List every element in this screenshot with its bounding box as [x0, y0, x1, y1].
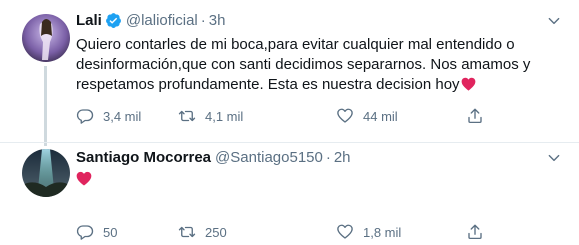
separator: ·	[200, 12, 206, 29]
reply-icon	[76, 109, 94, 124]
author-handle[interactable]: @lalioficial	[126, 12, 198, 29]
timestamp[interactable]: 3h	[209, 12, 226, 29]
chevron-down-icon[interactable]	[547, 151, 561, 165]
reply-icon	[76, 225, 94, 240]
tweet-actions: 50 250 1,8 mil	[76, 223, 516, 243]
heart-outline-icon	[337, 108, 353, 123]
share-icon	[468, 108, 482, 124]
separator: ·	[325, 149, 331, 166]
retweet-count: 250	[205, 224, 227, 240]
author-handle[interactable]: @Santiago5150	[215, 149, 323, 166]
like-count: 1,8 mil	[363, 224, 402, 240]
tweet-text: Quiero contarles de mi boca,para evitar …	[76, 35, 546, 95]
avatar[interactable]	[22, 14, 70, 62]
tweet-text-line: respetamos profundamente. Esta es nuestr…	[76, 75, 546, 95]
heart-emoji-icon	[76, 171, 92, 186]
author-name[interactable]: Santiago Mocorrea	[76, 149, 211, 166]
reply-count: 50	[103, 224, 118, 240]
tweet-header: Lali @lalioficial · 3h	[76, 12, 225, 29]
timestamp[interactable]: 2h	[334, 149, 351, 166]
tweet-actions: 3,4 mil 4,1 mil 44 mil	[76, 107, 516, 127]
retweet-count: 4,1 mil	[205, 108, 244, 124]
tweet[interactable]: Santiago Mocorrea @Santiago5150 · 2h 50 …	[0, 142, 579, 245]
share-icon	[468, 224, 482, 240]
reply-count: 3,4 mil	[103, 108, 142, 124]
reply-button[interactable]: 50	[76, 223, 117, 241]
like-button[interactable]: 44 mil	[336, 107, 398, 125]
share-button[interactable]	[466, 107, 484, 125]
tweet-text-segment: respetamos profundamente. Esta es nuestr…	[76, 76, 460, 93]
chevron-down-icon[interactable]	[547, 14, 561, 28]
heart-emoji-icon	[461, 77, 475, 91]
tweet[interactable]: Lali @lalioficial · 3h Quiero contarles …	[0, 0, 579, 146]
author-name[interactable]: Lali	[76, 12, 102, 29]
share-button[interactable]	[466, 223, 484, 241]
verified-badge-icon	[105, 12, 122, 29]
retweet-button[interactable]: 4,1 mil	[178, 107, 243, 125]
reply-button[interactable]: 3,4 mil	[76, 107, 141, 125]
avatar[interactable]	[22, 149, 70, 197]
like-count: 44 mil	[363, 108, 398, 124]
tweet-text-line: Quiero contarles de mi boca,para evitar …	[76, 36, 515, 53]
like-button[interactable]: 1,8 mil	[336, 223, 401, 241]
tweet-header: Santiago Mocorrea @Santiago5150 · 2h	[76, 149, 351, 166]
thread-line	[44, 66, 47, 146]
retweet-icon	[178, 226, 196, 238]
tweet-text-line: desinformación,que con santi decidimos s…	[76, 56, 531, 73]
retweet-button[interactable]: 250	[178, 223, 227, 241]
retweet-icon	[178, 110, 196, 122]
heart-outline-icon	[337, 224, 353, 239]
